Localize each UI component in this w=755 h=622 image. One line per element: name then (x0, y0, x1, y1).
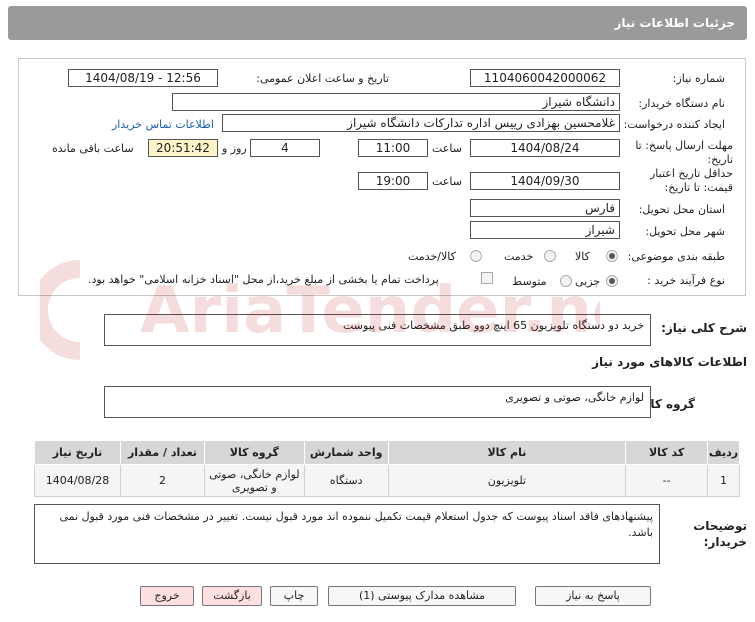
contact-buyer-link[interactable]: اطلاعات تماس خریدار (112, 118, 214, 131)
category-option-goods-service: کالا/خدمت (408, 250, 456, 263)
announce-label: تاریخ و ساعت اعلان عمومی: (256, 72, 389, 85)
process-option-medium: متوسط (512, 275, 547, 288)
deadline-time-label: ساعت (432, 142, 462, 155)
province-label: استان محل تحویل: (638, 203, 725, 216)
page-title: جزئیات اطلاعات نیاز (614, 16, 735, 30)
cell-code: -- (625, 464, 709, 497)
deadline-time-field[interactable]: 11:00 (358, 139, 428, 157)
category-radio-goods-service[interactable] (470, 250, 482, 262)
category-label: طبقه بندی موضوعی: (627, 250, 725, 263)
category-radio-service[interactable] (544, 250, 556, 262)
payment-note: پرداخت تمام یا بخشی از مبلغ خرید،از محل … (88, 273, 439, 286)
deadline-label: مهلت ارسال پاسخ: تا تاریخ: (635, 139, 733, 166)
page-header: جزئیات اطلاعات نیاز (8, 6, 747, 40)
creator-label: ایجاد کننده درخواست: (623, 118, 725, 131)
col-unit: واحد شمارش (303, 440, 389, 465)
summary-field[interactable]: خرید دو دستگاه تلویزیون 65 اینچ دوو طبق … (104, 314, 651, 346)
announce-field[interactable]: 1404/08/19 - 12:56 (68, 69, 218, 87)
print-button[interactable]: چاپ (270, 586, 318, 606)
city-field[interactable]: شیراز (470, 221, 620, 239)
notes-field[interactable]: پیشنهادهای فاقد اسناد پیوست که جدول استع… (34, 504, 660, 564)
deadline-date-field[interactable]: 1404/08/24 (470, 139, 620, 157)
reply-button[interactable]: پاسخ به نیاز (535, 586, 651, 606)
remaining-label: ساعت باقی مانده (52, 142, 134, 155)
col-date: تاریخ نیاز (33, 440, 122, 465)
summary-label: شرح کلی نیاز: (661, 321, 747, 335)
province-field[interactable]: فارس (470, 199, 620, 217)
category-option-service: خدمت (504, 250, 534, 263)
goods-section-title: اطلاعات کالاهای مورد نیاز (592, 355, 747, 369)
items-table: ردیف کد کالا نام کالا واحد شمارش گروه کا… (33, 440, 740, 497)
category-radio-goods[interactable] (606, 250, 618, 262)
cell-qty: 2 (120, 464, 205, 497)
validity-time-field[interactable]: 19:00 (358, 172, 428, 190)
days-label: روز و (222, 142, 247, 155)
need-number-label: شماره نیاز: (672, 72, 725, 85)
process-radio-medium[interactable] (560, 275, 572, 287)
process-radio-minor[interactable] (606, 275, 618, 287)
cell-unit: دستگاه (303, 464, 389, 497)
cell-group: لوازم خانگی، صوتی و تصویری (203, 464, 305, 497)
notes-label: توضیحات خریدار: (693, 519, 747, 549)
process-option-minor: جزیی (575, 275, 601, 288)
days-count-field[interactable]: 4 (250, 139, 320, 157)
validity-label: حداقل تاریخ اعتبار قیمت: تا تاریخ: (649, 167, 733, 194)
buyer-org-label: نام دستگاه خریدار: (638, 97, 725, 110)
cell-row: 1 (707, 464, 740, 497)
remaining-time-field: 20:51:42 (148, 139, 218, 157)
cell-name: تلویزیون (387, 464, 627, 497)
items-table-header: ردیف کد کالا نام کالا واحد شمارش گروه کا… (33, 440, 740, 465)
creator-field[interactable]: غلامحسین بهزادی رییس اداره تدارکات دانشگ… (222, 114, 620, 132)
exit-button[interactable]: خروج (140, 586, 194, 606)
col-name: نام کالا (387, 440, 627, 465)
need-number-field[interactable]: 1104060042000062 (470, 69, 620, 87)
category-option-goods: کالا (575, 250, 590, 263)
process-label: نوع فرآیند خرید : (647, 274, 725, 287)
cell-date: 1404/08/28 (33, 464, 122, 497)
validity-time-label: ساعت (432, 175, 462, 188)
attachments-button[interactable]: مشاهده مدارک پیوستی (1) (328, 586, 516, 606)
buyer-org-field[interactable]: دانشگاه شیراز (172, 93, 620, 111)
col-qty: تعداد / مقدار (120, 440, 205, 465)
back-button[interactable]: بازگشت (202, 586, 262, 606)
col-group: گروه کالا (203, 440, 305, 465)
payment-checkbox[interactable] (481, 272, 493, 284)
table-row[interactable]: 1 -- تلویزیون دستگاه لوازم خانگی، صوتی و… (33, 464, 740, 497)
col-code: کد کالا (625, 440, 709, 465)
city-label: شهر محل تحویل: (645, 225, 725, 238)
col-row: ردیف (707, 440, 740, 465)
goods-group-field[interactable]: لوازم خانگی، صوتی و تصویری (104, 386, 651, 418)
validity-date-field[interactable]: 1404/09/30 (470, 172, 620, 190)
